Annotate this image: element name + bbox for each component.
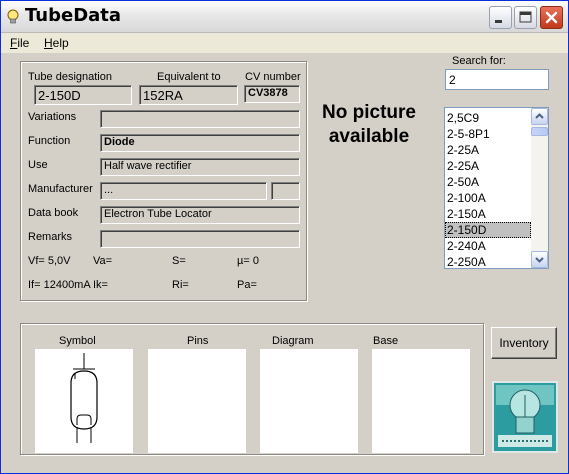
list-item[interactable]: 2-25A: [445, 158, 531, 174]
equivalent-field[interactable]: 152RA: [139, 85, 238, 105]
param-mu: µ= 0: [237, 255, 259, 267]
chevron-down-icon: [535, 257, 544, 263]
menu-file-label: ile: [17, 36, 30, 50]
pins-panel: [148, 349, 246, 453]
menu-bar: File Help: [1, 33, 568, 53]
close-button[interactable]: [540, 6, 563, 29]
tube-listbox[interactable]: 2,5C9 2-5-8P1 2-25A 2-25A 2-50A 2-100A 2…: [444, 107, 549, 269]
function-label: Function: [28, 135, 71, 147]
cv-label: CV number: [245, 71, 301, 83]
param-ri: Ri=: [172, 279, 189, 291]
menu-help[interactable]: Help: [44, 36, 69, 50]
diode-tube-symbol-icon: [70, 353, 98, 443]
diagram-label: Diagram: [272, 335, 314, 347]
param-vf: Vf= 5,0V: [28, 255, 71, 267]
function-field[interactable]: Diode: [100, 134, 300, 152]
list-item[interactable]: 2-250A: [445, 254, 531, 268]
list-item[interactable]: 2-240A: [445, 238, 531, 254]
pins-label: Pins: [187, 335, 209, 347]
databook-field[interactable]: Electron Tube Locator: [100, 206, 300, 224]
menu-file[interactable]: File: [10, 36, 29, 50]
symbol-label: Symbol: [59, 335, 96, 347]
param-ik: Ik=: [93, 279, 108, 291]
manufacturer-field[interactable]: ...: [100, 182, 267, 200]
search-input[interactable]: [445, 69, 549, 90]
tubedata-window: TubeData File Help Tube designation Equi…: [0, 0, 569, 474]
maximize-button[interactable]: [514, 6, 537, 29]
use-field[interactable]: Half wave rectifier: [100, 158, 300, 176]
param-va: Va=: [93, 255, 113, 267]
symbol-panel: [35, 349, 133, 453]
equivalent-label: Equivalent to: [157, 71, 221, 83]
lightbulb-icon: [7, 9, 19, 24]
list-item[interactable]: 2-100A: [445, 190, 531, 206]
list-item-selected[interactable]: 2-150D: [445, 222, 531, 238]
param-if: If= 12400mA: [28, 279, 91, 291]
list-item[interactable]: 2-25A: [445, 142, 531, 158]
tube-list-items: 2,5C9 2-5-8P1 2-25A 2-25A 2-50A 2-100A 2…: [445, 110, 531, 268]
chevron-up-icon: [535, 113, 544, 119]
use-label: Use: [28, 159, 48, 171]
list-item[interactable]: 2-150A: [445, 206, 531, 222]
remarks-label: Remarks: [28, 231, 73, 243]
list-item[interactable]: 2,5C9: [445, 110, 531, 126]
no-picture-placeholder: No picture available: [322, 102, 416, 147]
maximize-icon: [519, 11, 532, 23]
search-label: Search for:: [452, 55, 506, 67]
base-panel: [372, 349, 470, 453]
diagram-panel: [260, 349, 358, 453]
menu-help-accel: H: [44, 36, 53, 50]
list-scrollbar[interactable]: [531, 108, 548, 268]
cv-field[interactable]: CV3878: [244, 85, 300, 103]
inventory-button[interactable]: Inventory: [491, 327, 557, 359]
title-bar[interactable]: TubeData: [1, 1, 568, 33]
client-area: Tube designation Equivalent to CV number…: [1, 53, 568, 473]
tube-thumbnail-icon[interactable]: [492, 381, 558, 453]
manufacturer-code-field[interactable]: [271, 182, 300, 200]
param-s: S=: [172, 255, 186, 267]
minimize-icon: [495, 20, 502, 23]
remarks-field[interactable]: [100, 230, 300, 248]
databook-label: Data book: [28, 207, 79, 219]
param-pa: Pa=: [237, 279, 257, 291]
close-icon: [545, 11, 558, 24]
variations-field[interactable]: [100, 110, 300, 128]
minimize-button[interactable]: [489, 6, 512, 29]
manufacturer-label: Manufacturer: [28, 183, 93, 195]
scroll-thumb[interactable]: [531, 127, 548, 136]
base-label: Base: [373, 335, 399, 347]
scroll-up-button[interactable]: [531, 108, 548, 125]
designation-field[interactable]: 2-150D: [34, 85, 132, 105]
list-item[interactable]: 2-5-8P1: [445, 126, 531, 142]
menu-help-label: elp: [52, 36, 69, 50]
variations-label: Variations: [28, 111, 77, 123]
list-item[interactable]: 2-50A: [445, 174, 531, 190]
window-title: TubeData: [25, 5, 122, 26]
scroll-down-button[interactable]: [531, 251, 548, 268]
designation-label: Tube designation: [28, 71, 112, 83]
